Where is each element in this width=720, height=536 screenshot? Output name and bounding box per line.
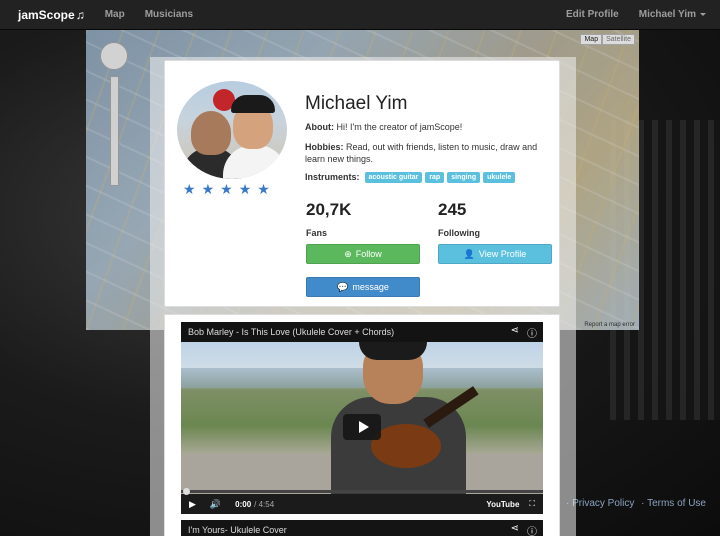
music-note-icon: ♫ <box>75 7 85 22</box>
follow-button[interactable]: ⊕ Follow <box>306 244 420 264</box>
map-type-control[interactable]: Map Satellite <box>580 34 635 45</box>
video-frame[interactable] <box>181 342 543 494</box>
privacy-policy-link[interactable]: · Privacy Policy <box>566 498 634 509</box>
caret-down-icon <box>700 12 706 16</box>
video-current-time: 0:00 <box>235 499 252 509</box>
instruments-label: Instruments: <box>305 172 360 182</box>
profile-name: Michael Yim <box>305 93 408 114</box>
share-icon[interactable]: ⋖ <box>511 325 519 340</box>
map-type-map-button[interactable]: Map <box>580 34 603 45</box>
message-button[interactable]: 💬 message <box>306 277 420 297</box>
info-icon[interactable]: ⓘ <box>527 523 537 536</box>
video-controls: ▶ 🔊 0:00 / 4:54 YouTube ⛶ <box>181 488 543 514</box>
hobbies-label: Hobbies: <box>305 142 344 152</box>
share-icon[interactable]: ⋖ <box>511 523 519 536</box>
video-player-2[interactable]: I'm Yours- Ukulele Cover ⋖ ⓘ <box>181 520 543 536</box>
progress-handle[interactable] <box>183 488 190 495</box>
instrument-tag[interactable]: singing <box>447 171 481 183</box>
video-player[interactable]: Bob Marley - Is This Love (Ukulele Cover… <box>181 322 543 514</box>
fans-label: Fans <box>306 228 328 238</box>
nav-link-musicians[interactable]: Musicians <box>145 9 193 20</box>
nav-right: Edit Profile Michael Yim <box>546 9 706 20</box>
follow-button-label: Follow <box>355 249 382 259</box>
view-profile-button[interactable]: 👤 View Profile <box>438 244 552 264</box>
about-text: Hi! I'm the creator of jamScope! <box>336 122 463 132</box>
user-menu-dropdown[interactable]: Michael Yim <box>639 9 706 20</box>
plus-circle-icon: ⊕ <box>344 248 352 259</box>
volume-icon[interactable]: 🔊 <box>210 499 221 510</box>
comments-icon: 💬 <box>337 281 349 292</box>
star-icon: ★ <box>220 181 233 197</box>
user-icon: 👤 <box>463 248 475 259</box>
map-pan-control[interactable] <box>100 42 128 70</box>
view-profile-button-label: View Profile <box>478 249 527 259</box>
star-icon: ★ <box>238 181 252 197</box>
about-section: About: Hi! I'm the creator of jamScope! <box>305 121 551 133</box>
video-progress-bar[interactable] <box>181 488 543 495</box>
nav-link-map[interactable]: Map <box>105 9 125 20</box>
instrument-tag[interactable]: acoustic guitar <box>364 171 423 183</box>
video-title[interactable]: I'm Yours- Ukulele Cover <box>188 525 287 535</box>
navbar: jamScope ♫ Map Musicians Edit Profile Mi… <box>0 0 720 30</box>
user-menu-label: Michael Yim <box>638 9 696 20</box>
map-zoom-slider[interactable] <box>110 76 119 186</box>
brand-name: jamScope <box>18 7 75 22</box>
terms-of-use-link[interactable]: · Terms of Use <box>641 498 706 509</box>
video-title-bar: Bob Marley - Is This Love (Ukulele Cover… <box>181 322 543 342</box>
hobbies-section: Hobbies: Read, out with friends, listen … <box>305 141 551 165</box>
map-report-link[interactable]: Report a map error <box>584 322 635 328</box>
star-icon: ★ <box>257 181 270 197</box>
brand-logo[interactable]: jamScope ♫ <box>18 8 85 22</box>
edit-profile-link[interactable]: Edit Profile <box>566 9 619 20</box>
instruments-section: Instruments: acoustic guitar rap singing… <box>305 171 551 183</box>
profile-card: ★ ★ ★ ★ ★ Michael Yim About: Hi! I'm the… <box>164 60 560 307</box>
fans-count: 20,7K <box>306 200 352 219</box>
star-icon: ★ <box>183 181 196 197</box>
following-count: 245 <box>438 200 467 219</box>
following-label: Following <box>438 228 480 238</box>
footer-links: · Privacy Policy · Terms of Use <box>562 498 706 509</box>
info-icon[interactable]: ⓘ <box>527 325 537 340</box>
instrument-tag[interactable]: ukulele <box>483 171 516 183</box>
rating-stars: ★ ★ ★ ★ ★ <box>183 181 276 198</box>
avatar <box>177 81 287 179</box>
play-overlay-button[interactable] <box>343 414 381 440</box>
video-duration: / 4:54 <box>254 499 275 509</box>
video-title[interactable]: Bob Marley - Is This Love (Ukulele Cover… <box>188 327 394 337</box>
instrument-tag[interactable]: rap <box>425 171 445 183</box>
star-icon: ★ <box>201 181 215 197</box>
youtube-logo[interactable]: YouTube <box>486 500 519 509</box>
map-type-satellite-button[interactable]: Satellite <box>602 34 635 45</box>
play-icon[interactable]: ▶ <box>189 499 196 510</box>
fullscreen-icon[interactable]: ⛶ <box>529 499 535 509</box>
about-label: About: <box>305 122 334 132</box>
message-button-label: message <box>352 282 389 292</box>
